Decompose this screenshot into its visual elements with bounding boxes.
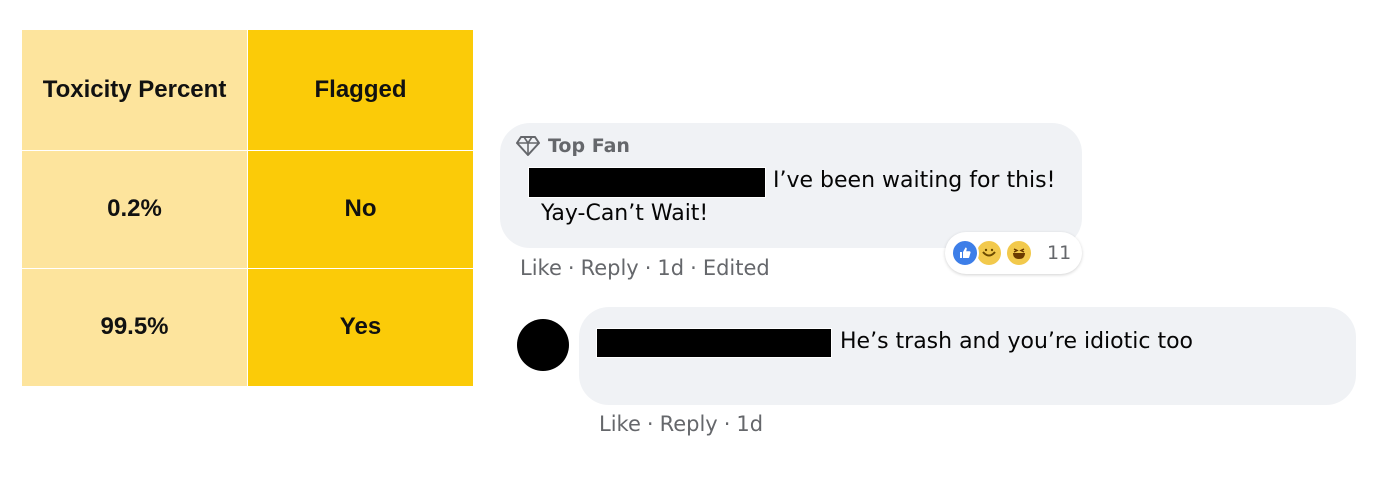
timestamp-link[interactable]: 1d [736,412,763,436]
comment-bubble-top-fan: Top Fan I’ve been waiting for this! Yay-… [500,123,1082,248]
cell-flagged-row1: No [248,151,473,268]
like-icon [951,239,979,267]
header-toxicity-percent: Toxicity Percent [22,30,247,150]
separator: · [690,256,697,280]
reaction-summary[interactable]: 11 [945,232,1082,274]
haha-icon [1005,239,1033,267]
diamond-icon [516,135,540,157]
redacted-author-name [596,328,832,358]
comment-text-line1: I’ve been waiting for this! [773,168,1056,193]
top-fan-badge[interactable]: Top Fan [516,135,630,157]
like-link[interactable]: Like [599,412,641,436]
like-link[interactable]: Like [520,256,562,280]
comment-text: He’s trash and you’re idiotic too [840,329,1193,354]
reply-link[interactable]: Reply [581,256,639,280]
cell-toxicity-row1: 0.2% [22,151,247,268]
comment-actions-2: Like · Reply · 1d [599,412,763,436]
toxicity-table: Toxicity Percent Flagged 0.2% No 99.5% Y… [22,30,473,386]
redacted-author-name [528,167,766,198]
timestamp-link[interactable]: 1d [657,256,684,280]
cell-flagged-row2: Yes [248,269,473,386]
reply-link[interactable]: Reply [660,412,718,436]
cell-toxicity-row2: 99.5% [22,269,247,386]
separator: · [567,256,575,280]
header-flagged: Flagged [248,30,473,150]
care-icon [975,239,1003,267]
separator: · [646,412,654,436]
edited-link[interactable]: Edited [703,256,770,280]
comment-actions-1: Like · Reply · 1d · Edited [520,256,770,280]
separator: · [644,256,652,280]
comment-bubble-reply: He’s trash and you’re idiotic too [579,307,1356,405]
separator: · [723,412,731,436]
badge-label: Top Fan [548,135,630,157]
avatar[interactable] [517,319,569,371]
reaction-count: 11 [1047,242,1072,264]
comment-text-line2: Yay-Can’t Wait! [541,201,709,226]
